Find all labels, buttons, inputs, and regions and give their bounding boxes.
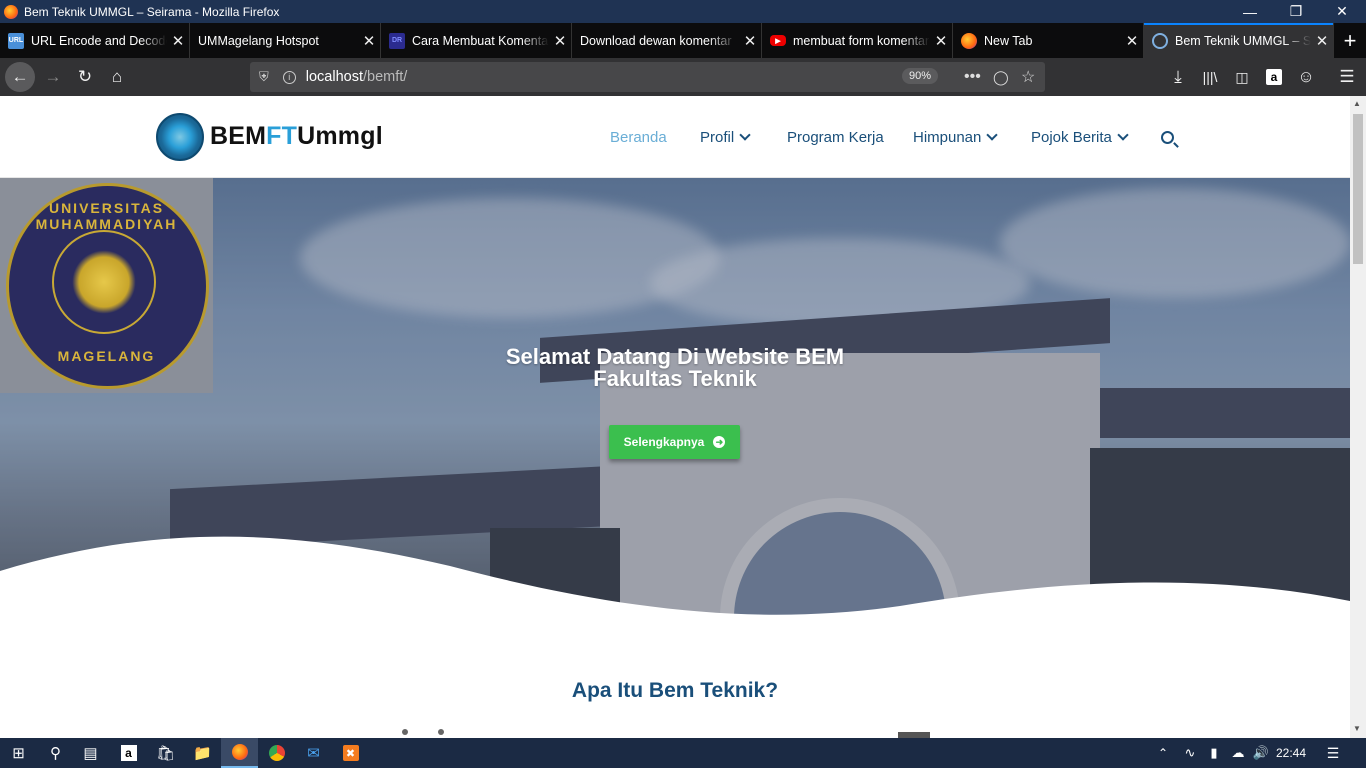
home-icon[interactable]: ⌂ [102,62,132,92]
window-title: Bem Teknik UMMGL – Seirama - Mozilla Fir… [24,4,280,19]
info-icon[interactable]: i [282,70,296,84]
wave-divider [0,536,1350,646]
account-icon[interactable]: ☺ [1291,62,1321,92]
chrome-icon[interactable] [268,745,285,761]
url-bar[interactable]: ⛨ i localhost/bemft/ 90% ••• ◯ ☆ [250,62,1045,92]
amazon-taskbar-icon[interactable]: a [120,745,137,761]
tab-url-encode[interactable]: URL URL Encode and Decode ✕ [0,23,190,58]
close-tab-icon[interactable]: ✕ [549,32,571,50]
menu-program-kerja[interactable]: Program Kerja [787,129,884,146]
web-page: BEMFTUmmgl Beranda Profil Program Kerja … [0,96,1350,738]
zoom-level[interactable]: 90% [902,68,939,84]
back-arrow-icon[interactable]: ← [5,62,35,92]
file-explorer-icon[interactable]: 📁 [184,738,221,768]
reload-icon[interactable]: ↻ [70,62,100,92]
windows-start-icon[interactable]: ⊞ [0,738,37,768]
chevron-down-icon [1117,129,1129,141]
section-title: Apa Itu Bem Teknik? [571,679,779,702]
sun-emblem-icon [72,250,136,314]
menu-beranda[interactable]: Beranda [610,129,667,146]
taskbar-clock[interactable]: 22:44 [1276,746,1306,760]
tab-cara-membuat-komentar[interactable]: DR Cara Membuat Komentar ✕ [381,23,572,58]
firefox-taskbar-icon[interactable] [231,744,248,760]
close-tab-icon[interactable]: ✕ [358,32,380,50]
new-tab-button[interactable]: + [1334,23,1366,58]
scroll-up-icon[interactable]: ▲ [1353,99,1361,108]
firefox-icon [4,4,18,19]
youtube-icon: ▶ [770,35,786,46]
menu-pojok-berita[interactable]: Pojok Berita [1031,129,1129,146]
decorative-dot [402,729,408,735]
tab-bem-teknik[interactable]: Bem Teknik UMMGL – Seirama ✕ [1144,23,1334,58]
task-view-icon[interactable]: ▤ [72,738,109,768]
tab-strip: URL URL Encode and Decode ✕ UMMagelang H… [0,23,1366,58]
page-scrollbar[interactable]: ▲ ▼ [1350,96,1366,738]
url-favicon-icon: URL [8,32,24,49]
bookmark-star-icon[interactable]: ☆ [1021,67,1035,87]
close-tab-icon[interactable]: ✕ [930,32,952,50]
scrollbar-thumb[interactable] [1353,114,1363,264]
search-taskbar-icon[interactable]: ⚲ [37,738,74,768]
decorative-dot [438,729,444,735]
chevron-up-icon[interactable]: ⌃ [1148,738,1178,768]
window-titlebar: Bem Teknik UMMGL – Seirama - Mozilla Fir… [0,0,1366,23]
windows-taskbar: ⊞ ⚲ ▤ a 🛍 📁 ✉ ✖ ⌃ ∿ ▮ ☁ 🔊 22:44 ☰ [0,738,1366,768]
downloads-icon[interactable]: ⤓ [1163,62,1193,92]
chevron-down-icon [739,129,751,141]
arrow-circle-right-icon: ➜ [713,436,726,448]
forward-arrow-icon[interactable]: → [38,62,68,92]
close-window-button[interactable]: ✕ [1319,0,1365,23]
site-logo[interactable]: BEMFTUmmgl [210,122,383,151]
tab-membuat-form-komentar[interactable]: ▶ membuat form komentar ✕ [762,23,953,58]
volume-icon[interactable]: 🔊 [1247,738,1275,768]
pocket-icon[interactable]: ◯ [993,69,1009,86]
menu-himpunan[interactable]: Himpunan [913,129,999,146]
library-icon[interactable]: |||\ [1195,62,1225,92]
xampp-icon[interactable]: ✖ [342,745,359,761]
tab-new-tab[interactable]: New Tab ✕ [953,23,1144,58]
navigation-toolbar: ← → ↻ ⌂ ⛨ i localhost/bemft/ 90% ••• ◯ ☆… [0,58,1366,96]
firefox-favicon-icon [961,32,977,49]
close-tab-icon[interactable]: ✕ [1311,32,1333,50]
restore-button[interactable]: ❐ [1273,0,1319,23]
mail-icon[interactable]: ✉ [295,738,332,768]
site-header: BEMFTUmmgl Beranda Profil Program Kerja … [0,96,1350,178]
dr-favicon-icon: DR [389,32,405,49]
scroll-down-icon[interactable]: ▼ [1353,724,1361,733]
tab-download-dewan-komentar[interactable]: Download dewan komentar ✕ [572,23,762,58]
shield-icon[interactable]: ⛨ [259,69,269,85]
more-actions-icon[interactable]: ••• [964,68,981,86]
menu-profil[interactable]: Profil [700,129,751,146]
menu-hamburger-icon[interactable]: ☰ [1332,62,1362,92]
hero-title: Selamat Datang Di Website BEM Fakultas T… [505,344,845,391]
search-icon[interactable] [1161,131,1174,144]
university-seal: UNIVERSITAS MUHAMMADIYAH MAGELANG [0,178,213,393]
notifications-icon[interactable]: ☰ [1318,738,1348,768]
close-tab-icon[interactable]: ✕ [739,32,761,50]
close-tab-icon[interactable]: ✕ [167,32,189,50]
tab-ummagelang-hotspot[interactable]: UMMagelang Hotspot ✕ [190,23,381,58]
bem-logo-badge-icon[interactable] [156,113,204,161]
site-favicon-icon [1152,32,1168,49]
selengkapnya-button[interactable]: Selengkapnya ➜ [609,425,740,459]
url-text[interactable]: localhost/bemft/ [306,69,408,85]
minimize-button[interactable]: — [1227,0,1273,23]
sidebar-icon[interactable]: ◫ [1227,62,1257,92]
close-tab-icon[interactable]: ✕ [1121,32,1143,50]
amazon-icon[interactable]: a [1266,69,1282,85]
chevron-down-icon [986,129,999,141]
store-icon[interactable]: 🛍 [147,738,184,768]
